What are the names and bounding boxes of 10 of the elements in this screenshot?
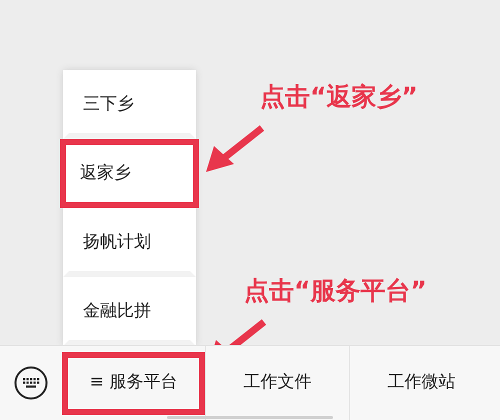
menu-item[interactable]: 扬帆计划 <box>63 208 196 277</box>
menu-item[interactable]: 返家乡 <box>60 139 199 208</box>
pointer-arrow <box>204 124 266 174</box>
annotation-text: 点击“返家乡” <box>260 81 418 113</box>
bottom-tab[interactable]: ≡ 服务平台 <box>62 352 205 414</box>
annotation-text: 点击“服务平台” <box>244 275 427 307</box>
bottom-tab[interactable]: 工作微站 <box>350 352 493 414</box>
bottom-tab[interactable]: 工作文件 <box>206 352 349 414</box>
keyboard-icon[interactable] <box>14 366 48 400</box>
menu-item[interactable]: 三下乡 <box>63 70 196 139</box>
